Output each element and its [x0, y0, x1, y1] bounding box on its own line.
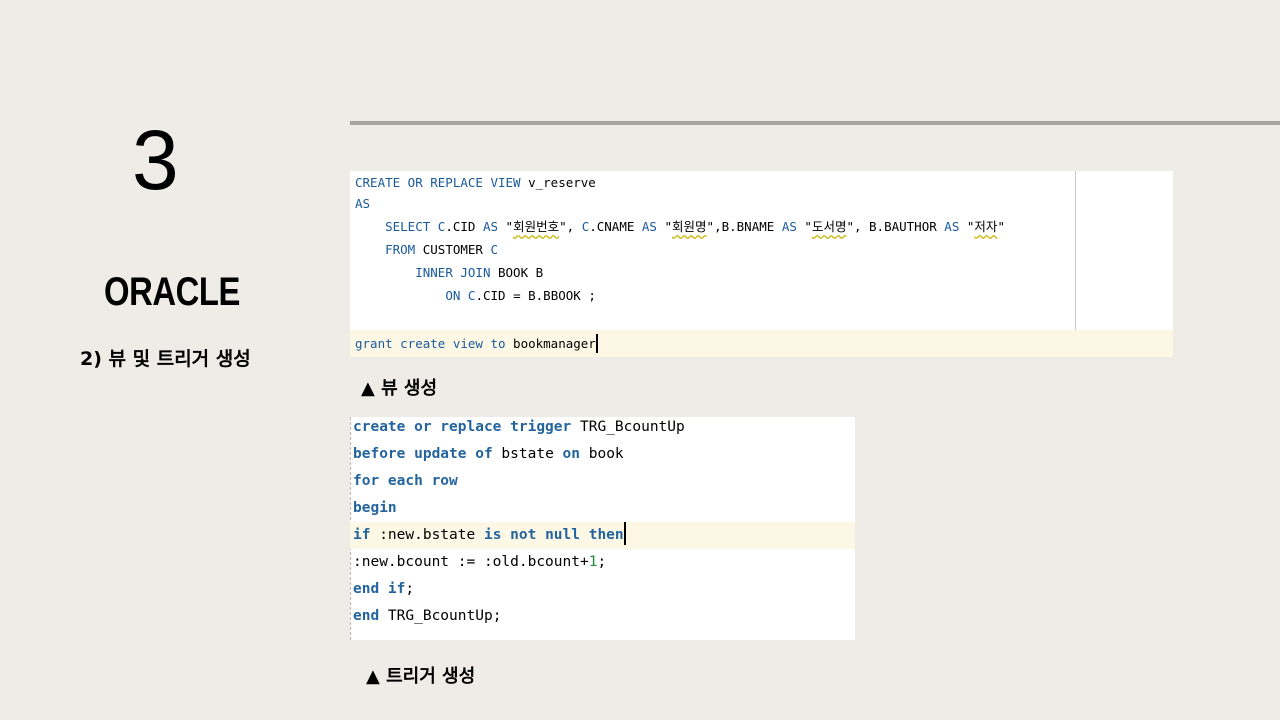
code-line-current[interactable]: if :new.bstate is not null then — [350, 522, 855, 549]
trigger-caption: ▲ 트리거 생성 — [366, 666, 476, 687]
code-line: create or replace trigger TRG_BcountUp — [353, 419, 685, 435]
code-line: CREATE OR REPLACE VIEW v_reserve — [355, 175, 596, 190]
code-line: AS — [355, 196, 371, 211]
slide-number: 3 — [132, 113, 179, 207]
trigger-code-panel: create or replace trigger TRG_BcountUp b… — [350, 417, 855, 640]
code-line: SELECT C.CID AS "회원번호", C.CNAME AS "회원명"… — [385, 219, 1005, 234]
divider-rule — [350, 121, 1280, 125]
code-line: before update of bstate on book — [353, 446, 624, 462]
code-line: end if; — [353, 581, 415, 597]
slide-title: ORACLE — [104, 270, 241, 314]
text-caret — [623, 522, 626, 545]
code-line-current[interactable]: grant create view to bookmanager — [350, 330, 1173, 357]
text-caret — [595, 334, 598, 353]
code-line: :new.bcount := :old.bcount+1; — [353, 554, 607, 570]
code-line: end TRG_BcountUp; — [353, 608, 502, 624]
code-line: ON C.CID = B.BBOOK ; — [445, 288, 596, 303]
code-line: begin — [353, 500, 397, 516]
code-line: INNER JOIN BOOK B — [415, 265, 544, 280]
code-line: for each row — [353, 473, 458, 489]
view-caption: ▲ 뷰 생성 — [361, 378, 438, 399]
slide-subtitle: 2) 뷰 및 트리거 생성 — [80, 348, 251, 370]
view-code-panel: CREATE OR REPLACE VIEW v_reserve AS SELE… — [350, 171, 1173, 357]
code-line: FROM CUSTOMER C — [385, 242, 499, 257]
